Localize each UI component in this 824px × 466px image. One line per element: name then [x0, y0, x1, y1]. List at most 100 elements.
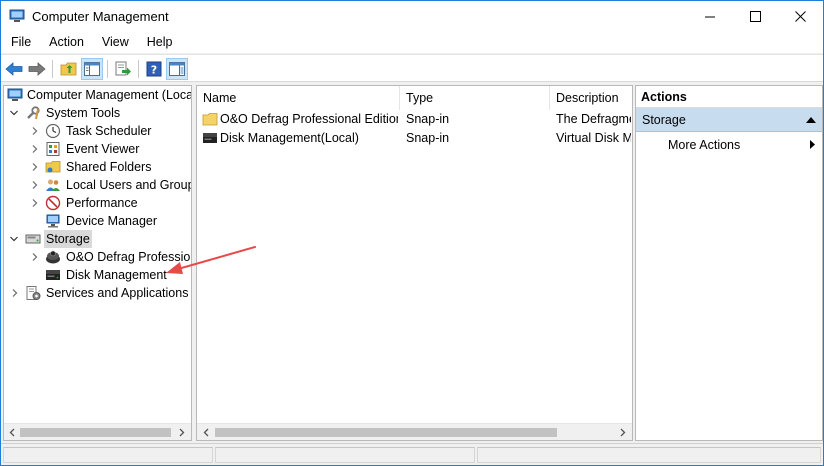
status-bar — [1, 443, 823, 465]
list-horizontal-scrollbar[interactable] — [197, 423, 632, 440]
chevron-right-icon[interactable] — [30, 198, 40, 208]
tree-item-disk-management[interactable]: Disk Management — [4, 266, 191, 284]
actions-pane: Actions Storage More Actions — [635, 85, 823, 441]
services-icon — [26, 286, 41, 300]
cell-name: O&O Defrag Professional Edition — [220, 112, 398, 126]
actions-header: Actions — [636, 86, 822, 108]
tree-item-task-scheduler[interactable]: Task Scheduler — [4, 122, 191, 140]
list-row[interactable]: Disk Management(Local) Snap-in Virtual D… — [197, 129, 632, 148]
menu-help[interactable]: Help — [137, 32, 181, 53]
cell-type: Snap-in — [406, 112, 450, 126]
collapse-up-icon[interactable] — [806, 117, 816, 123]
scroll-left-arrow-icon[interactable] — [201, 427, 211, 438]
tree-label: Disk Management — [66, 268, 167, 282]
scrollbar-thumb[interactable] — [20, 428, 171, 437]
help-button[interactable]: ? — [143, 58, 165, 80]
folder-icon — [202, 113, 218, 126]
up-folder-icon — [60, 62, 77, 76]
tree-label: System Tools — [46, 106, 121, 120]
column-header-type[interactable]: Type — [400, 86, 550, 110]
results-list-pane[interactable]: Name Type Description O&O Defrag Profess… — [196, 85, 633, 441]
tree-label: Storage — [44, 230, 92, 248]
chevron-right-icon[interactable] — [30, 180, 40, 190]
minimize-button[interactable] — [687, 1, 733, 32]
tree-item-performance[interactable]: Performance — [4, 194, 191, 212]
tree-label: Computer Management (Local — [27, 88, 192, 102]
actions-section-storage[interactable]: Storage — [636, 108, 822, 132]
storage-icon — [25, 234, 41, 244]
menu-file[interactable]: File — [1, 32, 39, 53]
list-row[interactable]: O&O Defrag Professional Edition Snap-in … — [197, 110, 632, 129]
tree-item-oo-defrag[interactable]: O&O Defrag Profession — [4, 248, 191, 266]
tree-item-device-manager[interactable]: Device Manager — [4, 212, 191, 230]
back-arrow-icon — [5, 62, 23, 76]
actions-section-label: Storage — [642, 113, 686, 127]
tree-item-services-and-applications[interactable]: Services and Applications — [4, 284, 191, 302]
toolbar: ? — [1, 54, 823, 82]
tree-label: Task Scheduler — [66, 124, 152, 138]
maximize-button[interactable] — [732, 1, 778, 32]
minimize-icon — [704, 16, 715, 18]
show-hide-console-tree-button[interactable] — [81, 58, 103, 80]
tree-item-shared-folders[interactable]: Shared Folders — [4, 158, 191, 176]
column-header-name[interactable]: Name — [197, 86, 400, 110]
chevron-right-icon[interactable] — [10, 288, 20, 298]
disk-management-icon — [203, 133, 217, 143]
status-segment — [3, 447, 213, 463]
menu-bar: File Action View Help — [1, 32, 823, 53]
status-segment — [477, 447, 821, 463]
scroll-right-arrow-icon[interactable] — [618, 427, 628, 438]
submenu-arrow-icon — [810, 140, 815, 149]
tree-label: O&O Defrag Profession — [66, 250, 192, 264]
menu-view[interactable]: View — [92, 32, 137, 53]
shared-folder-icon — [45, 161, 61, 173]
chevron-down-icon[interactable] — [9, 234, 19, 244]
close-icon — [794, 11, 806, 22]
system-tools-icon — [27, 106, 40, 120]
chevron-right-icon[interactable] — [30, 144, 40, 154]
tree-item-storage[interactable]: Storage — [4, 230, 191, 248]
close-button[interactable] — [777, 1, 823, 32]
tree-label: Services and Applications — [46, 286, 189, 300]
tree-item-system-tools[interactable]: System Tools — [4, 104, 191, 122]
computer-management-icon — [7, 88, 23, 101]
tree-item-event-viewer[interactable]: Event Viewer — [4, 140, 191, 158]
back-button[interactable] — [3, 58, 25, 80]
scroll-left-arrow-icon[interactable] — [7, 427, 17, 438]
tree-item-local-users-and-groups[interactable]: Local Users and Groups — [4, 176, 191, 194]
chevron-right-icon[interactable] — [30, 162, 40, 172]
computer-management-icon — [9, 9, 25, 22]
tree-label: Shared Folders — [66, 160, 152, 174]
column-header-description[interactable]: Description — [550, 86, 632, 110]
forward-button[interactable] — [26, 58, 48, 80]
up-one-level-button[interactable] — [58, 58, 80, 80]
maximize-icon — [749, 11, 761, 22]
help-icon: ? — [146, 61, 162, 77]
show-hide-action-pane-button[interactable] — [166, 58, 188, 80]
more-actions-item[interactable]: More Actions — [668, 136, 740, 154]
cell-name: Disk Management(Local) — [220, 131, 359, 145]
users-icon — [46, 179, 60, 191]
toolbar-separator — [107, 60, 108, 78]
forward-arrow-icon — [28, 62, 46, 76]
tree-item-computer-management[interactable]: Computer Management (Local — [4, 86, 191, 104]
status-segment — [215, 447, 475, 463]
chevron-down-icon[interactable] — [9, 108, 19, 118]
menu-action[interactable]: Action — [39, 32, 92, 53]
export-list-button[interactable] — [112, 58, 134, 80]
scroll-right-arrow-icon[interactable] — [177, 427, 187, 438]
title-bar: Computer Management — [1, 1, 823, 32]
cell-description: The Defragme — [556, 112, 631, 126]
chevron-right-icon[interactable] — [30, 252, 40, 262]
console-tree-pane[interactable]: Computer Management (Local System Tools … — [3, 85, 192, 441]
tree-horizontal-scrollbar[interactable] — [4, 423, 191, 440]
device-manager-icon — [46, 214, 60, 228]
disk-management-icon — [46, 270, 60, 280]
chevron-right-icon[interactable] — [30, 126, 40, 136]
toolbar-separator — [52, 60, 53, 78]
show-hide-console-tree-icon — [84, 62, 100, 76]
performance-icon — [45, 195, 61, 211]
scrollbar-thumb[interactable] — [215, 428, 557, 437]
computer-management-window: Computer Management File Action View Hel… — [0, 0, 824, 466]
window-title: Computer Management — [32, 9, 169, 24]
